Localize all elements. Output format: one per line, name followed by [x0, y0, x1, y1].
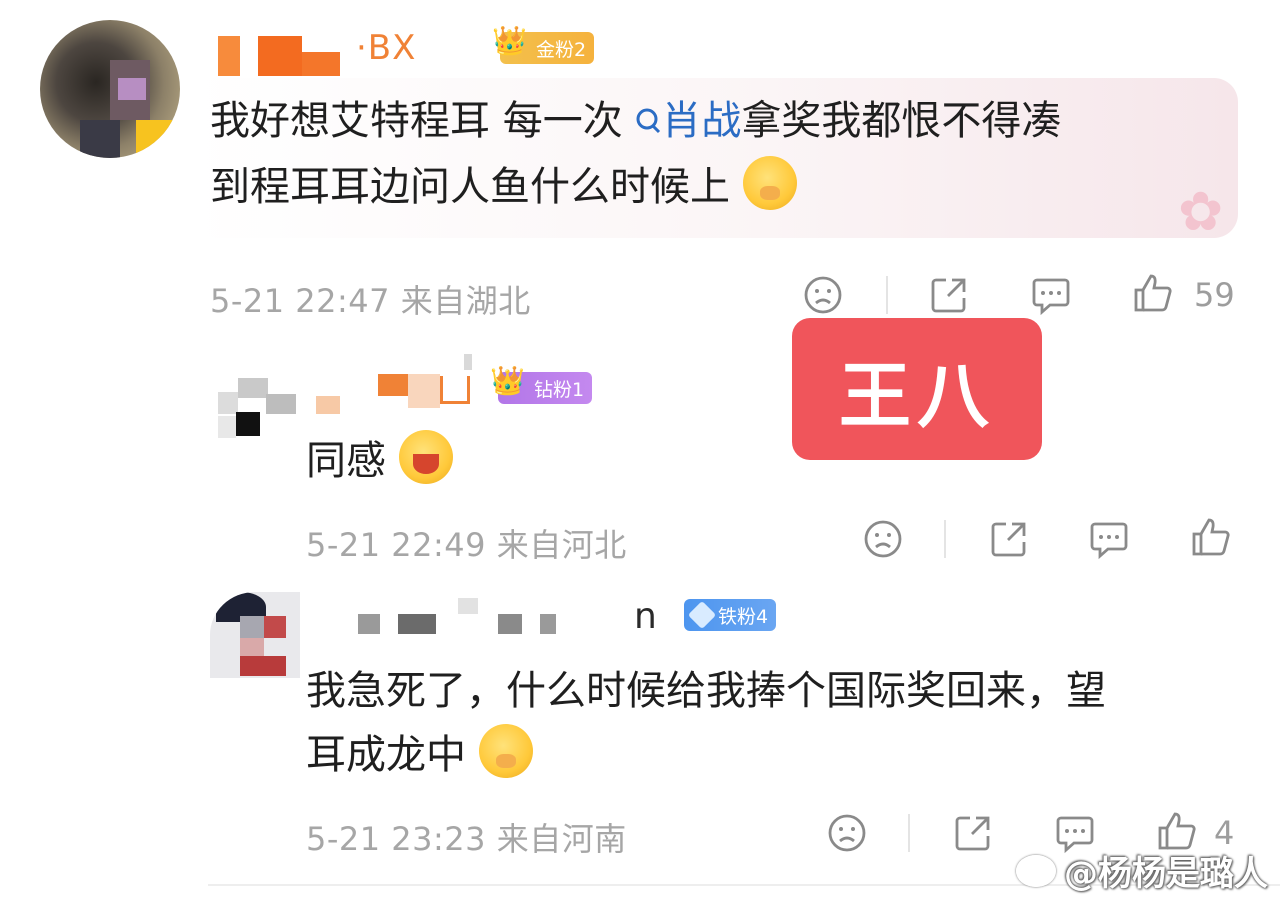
username-mask	[398, 614, 436, 634]
fan-badge[interactable]: 👑 钻粉1	[490, 364, 593, 404]
username-mask	[378, 374, 408, 396]
avatar-mosaic	[218, 416, 236, 438]
crown-icon: 👑	[490, 364, 525, 397]
crying-emoji-icon	[742, 156, 797, 210]
username-mask	[458, 598, 478, 614]
red-label-stamp: 王八	[792, 318, 1042, 460]
username-mask	[440, 376, 470, 404]
avatar-mosaic	[266, 394, 296, 414]
comment-text-part: 我好想艾特程耳 每一次	[210, 98, 623, 144]
avatar[interactable]	[210, 592, 300, 678]
timestamp: 5-21 22:49	[306, 526, 487, 564]
fan-badge-label: 金粉2	[536, 38, 587, 61]
timestamp: 5-21 22:47	[210, 282, 391, 320]
username-mask	[498, 614, 522, 634]
dislike-face-icon[interactable]	[862, 518, 904, 560]
avatar-mosaic	[218, 392, 238, 414]
divider	[944, 520, 946, 558]
username-mask	[302, 52, 340, 76]
thumbs-up-icon[interactable]	[1190, 516, 1232, 558]
comment-text: 同感	[306, 428, 453, 494]
watermark-text: @杨杨是璐人	[1064, 854, 1268, 894]
avatar-mosaic	[240, 656, 286, 676]
avatar-mosaic	[236, 412, 260, 436]
diamond-icon	[687, 600, 717, 630]
dislike-face-icon[interactable]	[826, 812, 868, 854]
comment-meta: 5-21 23:23 来自河南	[306, 814, 627, 860]
comment-meta: 5-21 22:47 来自湖北	[210, 276, 531, 322]
comment-bubble-icon[interactable]	[1088, 518, 1130, 560]
crown-icon: 👑	[492, 24, 527, 57]
watermark: @杨杨是璐人	[1016, 846, 1268, 895]
avatar[interactable]	[40, 20, 180, 158]
timestamp: 5-21 23:23	[306, 820, 487, 858]
comment-meta: 5-21 22:49 来自河北	[306, 520, 627, 566]
avatar-mosaic	[80, 120, 120, 158]
location: 来自湖北	[400, 282, 531, 320]
crying-emoji-icon	[478, 724, 533, 778]
share-icon[interactable]	[952, 812, 994, 854]
comment-text: 我好想艾特程耳 每一次 肖战拿奖我都恨不得凑	[210, 88, 1220, 154]
username-mask	[218, 36, 240, 76]
share-icon[interactable]	[988, 518, 1030, 560]
lotus-icon: ✿	[1178, 180, 1224, 243]
username[interactable]: ·BX	[356, 28, 416, 68]
like-count: 59	[1194, 276, 1235, 314]
comment-text: 我急死了，什么时候给我捧个国际奖回来，望	[306, 658, 1246, 724]
divider	[908, 814, 910, 852]
thumbs-up-icon[interactable]	[1132, 272, 1174, 314]
avatar-mosaic	[264, 616, 286, 638]
avatar-mosaic	[118, 78, 146, 100]
weibo-logo-icon	[1016, 854, 1056, 887]
avatar-mosaic	[136, 120, 178, 158]
share-icon[interactable]	[928, 274, 970, 316]
comment-text-part: 耳成龙中	[306, 732, 466, 778]
avatar-mosaic	[238, 378, 268, 398]
username-mask	[316, 396, 340, 414]
hashtag-link[interactable]: 肖战	[635, 98, 741, 144]
fan-badge-label: 铁粉4	[718, 605, 769, 628]
location: 来自河南	[496, 820, 627, 858]
username-mask	[540, 614, 556, 634]
avatar-mosaic	[240, 616, 264, 638]
comment-text-part: 同感	[306, 438, 386, 484]
fan-badge[interactable]: 铁粉4	[684, 599, 777, 631]
hashtag-label: 肖战	[661, 98, 742, 144]
comment-text-line2: 到程耳耳边问人鱼什么时候上	[210, 154, 797, 220]
laughing-crying-emoji-icon	[398, 430, 453, 484]
username-mask	[464, 354, 472, 370]
comment-text-line2: 耳成龙中	[306, 722, 533, 788]
username-mask	[358, 614, 380, 634]
fan-badge[interactable]: 👑 金粉2	[492, 24, 595, 64]
comment-text-part: 我急死了，什么时候给我捧个国际奖回来，望	[306, 668, 1106, 714]
username[interactable]: n	[634, 596, 657, 637]
username-mask	[258, 36, 302, 76]
location: 来自河北	[496, 526, 627, 564]
dislike-face-icon[interactable]	[802, 274, 844, 316]
divider	[886, 276, 888, 314]
comment-text-part: 拿奖我都恨不得凑	[741, 98, 1062, 144]
fan-badge-label: 钻粉1	[534, 378, 585, 401]
avatar[interactable]	[218, 372, 303, 444]
comment-bubble-icon[interactable]	[1030, 274, 1072, 316]
comment-text-part: 到程耳耳边问人鱼什么时候上	[210, 164, 730, 210]
username-mask	[408, 374, 440, 408]
search-icon	[636, 108, 661, 134]
